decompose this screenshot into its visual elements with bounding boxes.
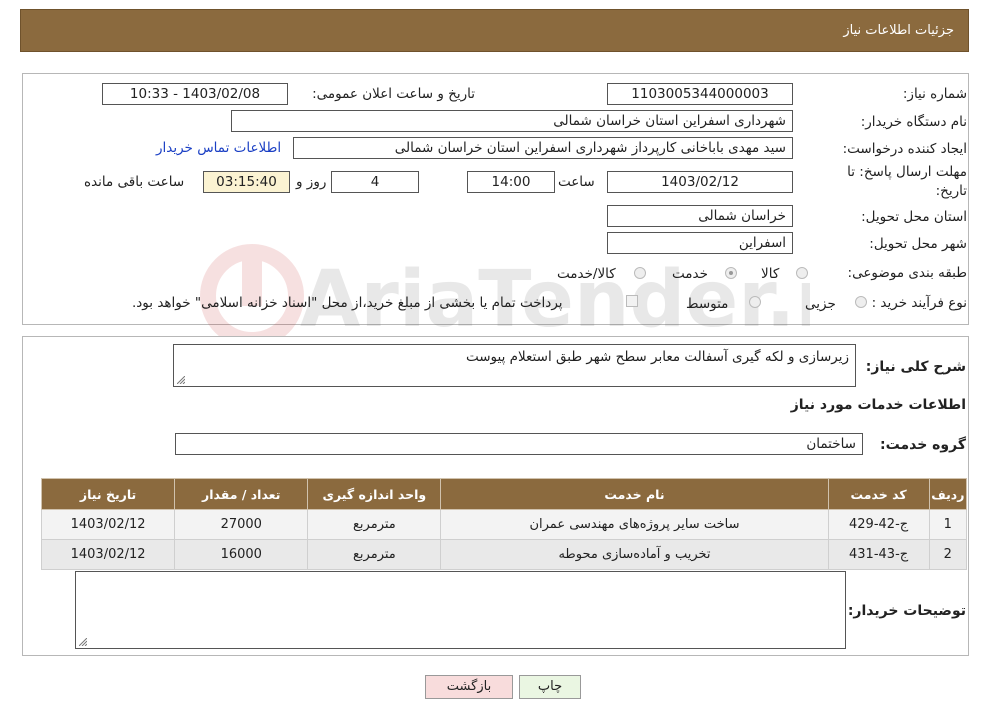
col-service-name: نام خدمت — [440, 478, 829, 510]
table-row: 2 ج-43-431 تخریب و آماده‌سازی محوطه مترم… — [40, 539, 968, 570]
table-row: 1 ج-42-429 ساخت سایر پروژه‌های مهندسی عم… — [40, 509, 968, 540]
summary-textarea[interactable]: زیرسازی و لکه گیری آسفالت معابر سطح شهر … — [173, 344, 856, 387]
deadline-time-field: 14:00 — [467, 171, 555, 193]
process-label: نوع فرآیند خرید : — [871, 295, 967, 311]
table-header-row: ردیف کد خدمت نام خدمت واحد اندازه گیری ت… — [40, 478, 968, 510]
deadline-date-field: 1403/02/12 — [607, 171, 793, 193]
buyer-org-field: شهرداری اسفراین استان خراسان شمالی — [231, 110, 793, 132]
category-label: طبقه بندی موضوعی: — [847, 265, 967, 281]
treasury-checkbox[interactable] — [626, 295, 638, 307]
cell-row-number: 2 — [928, 539, 968, 570]
category-radio-service[interactable] — [725, 267, 737, 279]
category-option-goods-service: کالا/خدمت — [557, 266, 616, 282]
cell-need-date: 1403/02/12 — [40, 509, 176, 540]
city-label: شهر محل تحویل: — [869, 236, 967, 252]
creator-label: ایجاد کننده درخواست: — [842, 141, 967, 157]
page-header: جزئیات اطلاعات نیاز — [20, 9, 969, 52]
province-label: استان محل تحویل: — [861, 209, 967, 225]
need-number-field: 1103005344000003 — [607, 83, 793, 105]
process-option-minor: جزیی — [805, 296, 836, 312]
col-need-date: تاریخ نیاز — [40, 478, 176, 510]
days-remaining-field: 4 — [331, 171, 419, 193]
col-row-number: ردیف — [928, 478, 968, 510]
need-number-label: شماره نیاز: — [902, 86, 967, 102]
services-table: ردیف کد خدمت نام خدمت واحد اندازه گیری ت… — [40, 478, 968, 570]
resize-handle-icon[interactable] — [177, 376, 185, 384]
time-remaining-label: ساعت باقی مانده — [84, 174, 185, 190]
summary-text: زیرسازی و لکه گیری آسفالت معابر سطح شهر … — [465, 349, 849, 365]
announce-label: تاریخ و ساعت اعلان عمومی: — [312, 86, 475, 102]
col-unit: واحد اندازه گیری — [307, 478, 442, 510]
cell-unit: مترمربع — [307, 509, 442, 540]
category-radio-goods[interactable] — [796, 267, 808, 279]
category-option-service: خدمت — [672, 266, 708, 282]
time-remaining-field: 03:15:40 — [203, 171, 290, 193]
announce-datetime-field: 1403/02/08 - 10:33 — [102, 83, 288, 105]
province-field: خراسان شمالی — [607, 205, 793, 227]
category-option-goods: کالا — [761, 266, 780, 282]
cell-row-number: 1 — [928, 509, 968, 540]
cell-service-code: ج-42-429 — [827, 509, 930, 540]
cell-unit: مترمربع — [307, 539, 442, 570]
buyer-notes-label: توضیحات خریدار: — [847, 603, 966, 619]
page-title: جزئیات اطلاعات نیاز — [843, 23, 954, 38]
resize-handle-icon[interactable] — [79, 638, 87, 646]
cell-service-name: تخریب و آماده‌سازی محوطه — [440, 539, 829, 570]
summary-label: شرح کلی نیاز: — [865, 359, 966, 375]
back-button[interactable]: بازگشت — [425, 675, 513, 699]
deadline-label: مهلت ارسال پاسخ: تا — [847, 164, 967, 180]
buyer-notes-textarea[interactable] — [75, 571, 846, 649]
col-quantity: تعداد / مقدار — [174, 478, 309, 510]
deadline-label-2: تاریخ: — [935, 183, 967, 199]
creator-field: سید مهدی باباخانی کارپرداز شهرداری اسفرا… — [293, 137, 793, 159]
service-group-field: ساختمان — [175, 433, 863, 455]
category-radio-goods-service[interactable] — [634, 267, 646, 279]
contact-info-link[interactable]: اطلاعات تماس خریدار — [156, 140, 281, 156]
process-radio-minor[interactable] — [855, 296, 867, 308]
process-radio-medium[interactable] — [749, 296, 761, 308]
cell-quantity: 27000 — [174, 509, 309, 540]
cell-service-name: ساخت سایر پروژه‌های مهندسی عمران — [440, 509, 829, 540]
print-button[interactable]: چاپ — [519, 675, 581, 699]
service-group-label: گروه خدمت: — [880, 437, 966, 453]
cell-need-date: 1403/02/12 — [40, 539, 176, 570]
deadline-time-label: ساعت — [558, 174, 595, 190]
cell-service-code: ج-43-431 — [827, 539, 930, 570]
city-field: اسفراین — [607, 232, 793, 254]
services-title: اطلاعات خدمات مورد نیاز — [790, 397, 966, 413]
days-label: روز و — [296, 174, 327, 190]
cell-quantity: 16000 — [174, 539, 309, 570]
col-service-code: کد خدمت — [827, 478, 930, 510]
payment-note: پرداخت تمام یا بخشی از مبلغ خرید،از محل … — [132, 295, 563, 311]
process-option-medium: متوسط — [686, 296, 729, 312]
buyer-org-label: نام دستگاه خریدار: — [860, 114, 967, 130]
